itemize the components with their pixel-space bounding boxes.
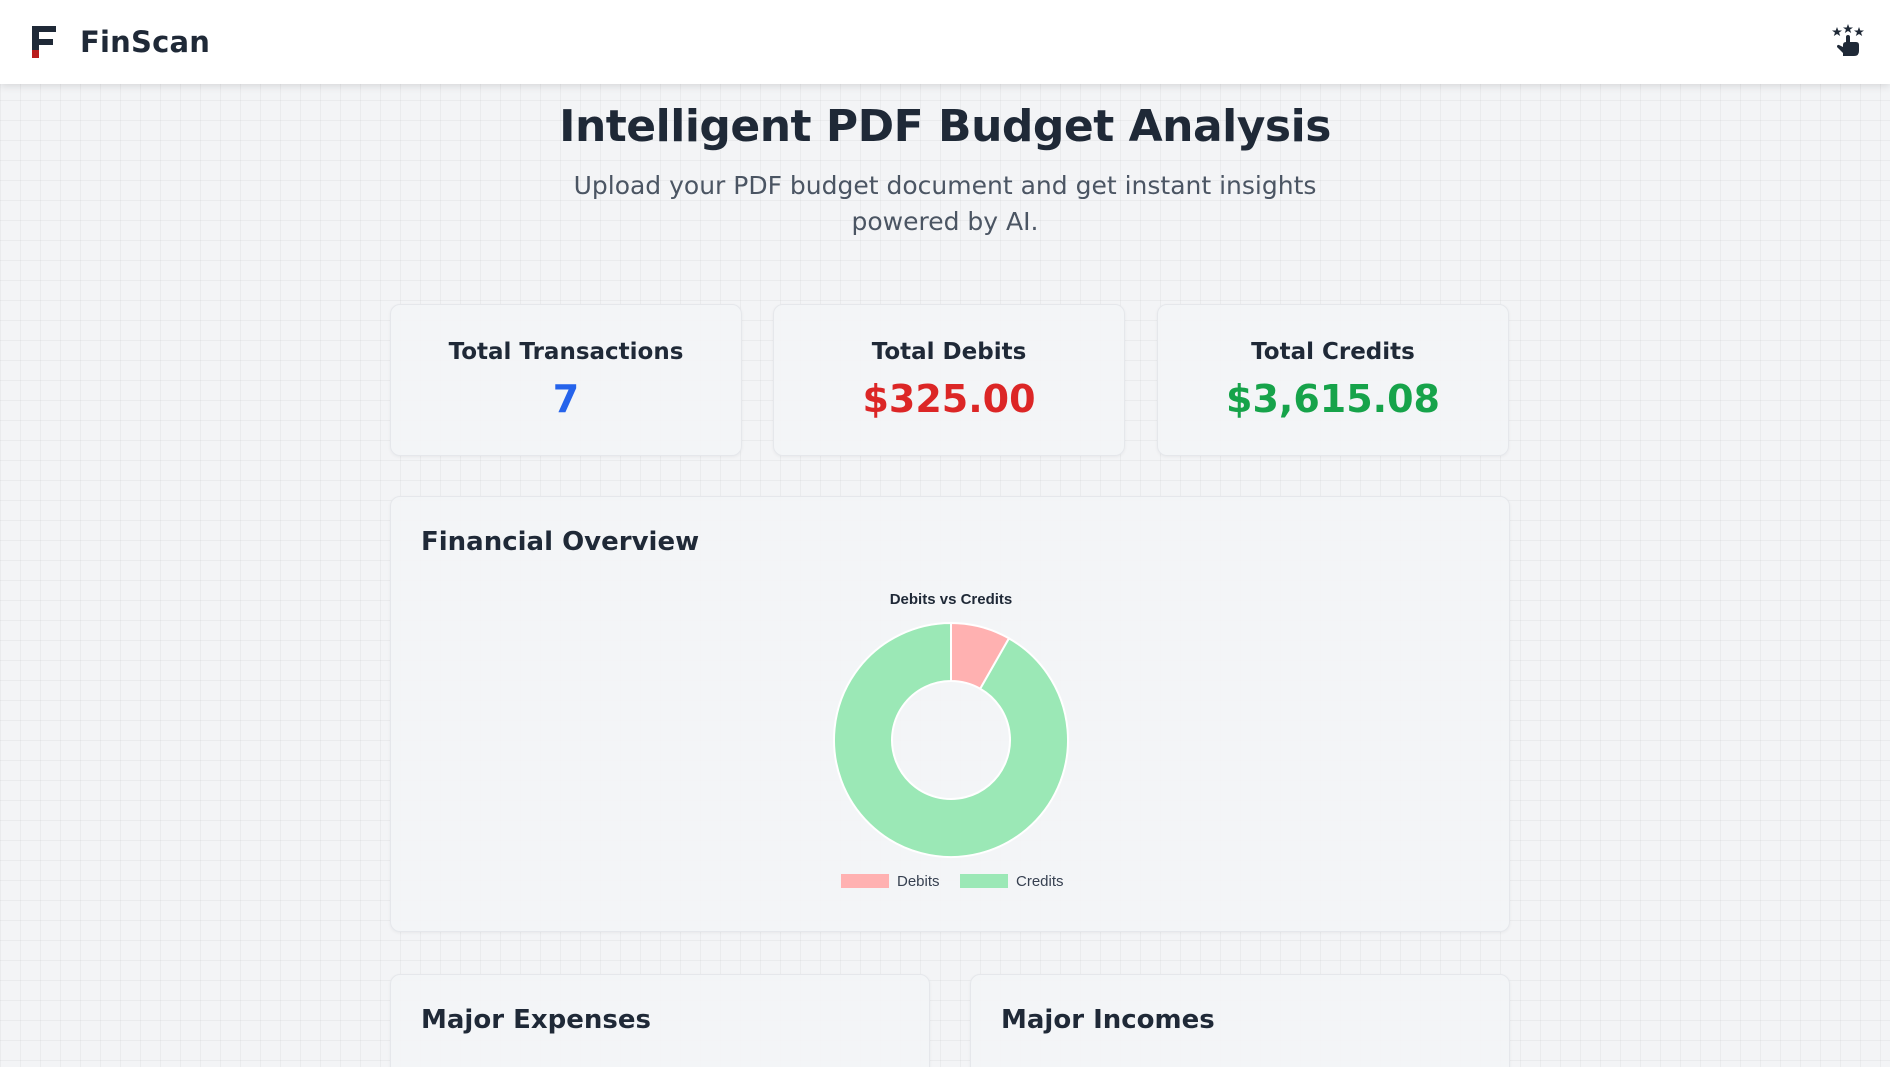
legend-label-debits[interactable]: Debits: [897, 873, 940, 890]
major-incomes-card: Major Incomes: [970, 974, 1510, 1067]
stat-label: Total Debits: [871, 339, 1027, 365]
app-name: FinScan: [80, 25, 211, 59]
legend-swatch-credits[interactable]: [960, 874, 1008, 888]
chart-title: Debits vs Credits: [890, 591, 1013, 608]
debits-credits-chart: Debits vs Credits Debits Credits: [833, 591, 1069, 890]
brand[interactable]: FinScan: [30, 24, 210, 60]
slice-credits[interactable]: [833, 621, 1069, 858]
stat-value-transactions: 7: [552, 377, 580, 421]
sparkle-hand-button[interactable]: [1828, 20, 1868, 60]
financial-overview-card: Financial Overview Debits vs Credits Deb…: [390, 496, 1510, 932]
stat-card-debits: Total Debits $325.00: [773, 304, 1125, 456]
major-expenses-card: Major Expenses: [390, 974, 930, 1067]
stat-card-credits: Total Credits $3,615.08: [1157, 304, 1509, 456]
stat-card-transactions: Total Transactions 7: [390, 304, 742, 456]
stat-label: Total Transactions: [448, 339, 684, 365]
sparkle-hand-icon: [1832, 24, 1864, 56]
major-incomes-title: Major Incomes: [1001, 1005, 1215, 1035]
page-subtitle: Upload your PDF budget document and get …: [573, 171, 1317, 236]
top-navbar: FinScan: [0, 0, 1890, 84]
legend-swatch-debits[interactable]: [841, 874, 889, 888]
finscan-logo-icon: [32, 26, 56, 58]
stat-value-credits: $3,615.08: [1226, 377, 1440, 421]
hero-section: Intelligent PDF Budget Analysis Upload y…: [0, 96, 1890, 240]
major-expenses-title: Major Expenses: [421, 1005, 651, 1035]
page-title: Intelligent PDF Budget Analysis: [559, 101, 1331, 152]
stat-label: Total Credits: [1251, 339, 1415, 365]
legend-label-credits[interactable]: Credits: [1016, 873, 1064, 890]
stat-value-debits: $325.00: [862, 377, 1036, 421]
